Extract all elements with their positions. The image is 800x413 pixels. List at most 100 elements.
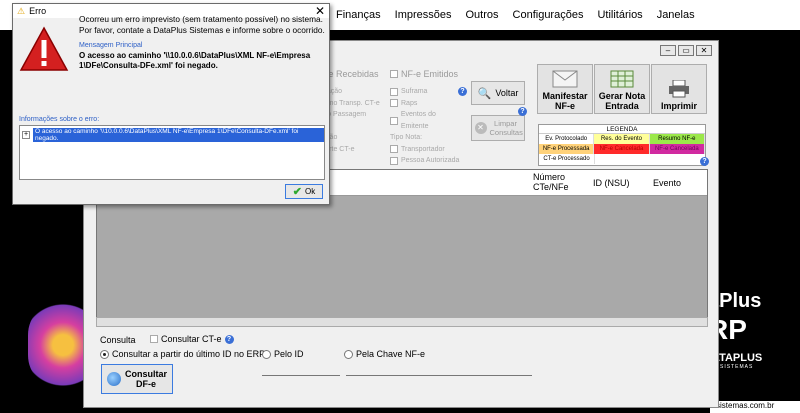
help-icon[interactable]: ? [224, 334, 234, 344]
col-evento[interactable]: Evento [653, 178, 681, 188]
checkbox[interactable] [390, 145, 398, 154]
pelo-id-input[interactable] [262, 366, 340, 376]
legend: LEGENDA Ev. Protocolado Res. do Evento R… [538, 124, 706, 166]
checkmark-icon: ✔ [292, 186, 302, 198]
tab-issued[interactable]: NF-e Emitidos [390, 69, 458, 79]
legend-nfe-processada: NF-e Processada [539, 144, 595, 154]
label: Transportador [401, 145, 445, 153]
menu-outros[interactable]: Outros [466, 9, 499, 21]
clear-icon: ✕ [474, 122, 487, 134]
envelope-icon [552, 70, 578, 88]
help-icon[interactable]: ? [518, 107, 527, 116]
radio-button[interactable] [262, 349, 271, 359]
menu-janelas[interactable]: Janelas [657, 9, 695, 21]
radio-ultimo-id[interactable]: Consultar a partir do último ID no ERP [100, 349, 265, 359]
issued-checkbox[interactable] [390, 70, 398, 78]
dialog-message: Ocorreu um erro imprevisto (sem tratamen… [79, 14, 325, 35]
grid-hscroll[interactable] [96, 317, 708, 327]
limpar-button[interactable]: ✕ Limpar Consultas [471, 115, 525, 141]
filter-group: F-e Recebidas NF-e Emitidos ifestação re… [314, 69, 467, 169]
tipo-nota-label: Tipo Nota: [390, 134, 423, 141]
legend-resumo-nfe: Resumo NF-e [649, 134, 705, 144]
grid-icon [610, 70, 634, 88]
tree-item[interactable]: + O acesso ao caminho '\\10.0.0.6\DataPl… [22, 128, 324, 142]
consultar-dfe-label: Consultar DF-e [125, 369, 168, 389]
checkbox[interactable] [390, 87, 398, 96]
tab-issued-label: NF-e Emitidos [401, 69, 459, 79]
printer-icon [669, 80, 689, 98]
label: Pessoa Autorizada [401, 157, 460, 164]
menu-configuracoes[interactable]: Configurações [513, 9, 584, 21]
gerar-nota-button[interactable]: Gerar Nota Entrada [594, 64, 650, 114]
restore-icon[interactable]: ▭ [678, 45, 694, 56]
label: Raps [401, 99, 418, 107]
tree-item-label[interactable]: O acesso ao caminho '\\10.0.0.6\DataPlus… [32, 128, 324, 142]
consultar-dfe-button[interactable]: Consultar DF-e [101, 364, 173, 394]
globe-icon [107, 372, 121, 386]
error-triangle-icon [19, 26, 69, 71]
limpar-label: Limpar Consultas [489, 119, 523, 137]
voltar-label: Voltar [495, 88, 519, 98]
filter-transportador[interactable]: Transportador [390, 144, 464, 156]
manifestar-button[interactable]: Manifestar NF-e [537, 64, 593, 114]
legend-nfe-cancelada-2: NF-e Cancelada [649, 144, 705, 154]
error-dialog: ⚠ Erro ✕ Ocorreu um erro imprevisto (sem… [12, 3, 330, 205]
filter-col2: Suframa Raps Eventos do Emitente Tipo No… [390, 86, 464, 167]
help-icon[interactable]: ? [458, 87, 467, 96]
help-icon[interactable]: ? [700, 157, 709, 166]
main-message: O acesso ao caminho '\\10.0.0.6\DataPlus… [79, 51, 311, 70]
filter-pessoa[interactable]: Pessoa Autorizada [390, 155, 464, 167]
filter-suframa[interactable]: Suframa [390, 86, 464, 98]
close-icon[interactable]: ✕ [696, 45, 712, 56]
voltar-button[interactable]: 🔍 Voltar [471, 81, 525, 105]
minimize-icon[interactable]: – [660, 45, 676, 56]
ok-button[interactable]: ✔ Ok [285, 184, 323, 199]
menu-utilitarios[interactable]: Utilitários [597, 9, 642, 21]
gerar-label: Gerar Nota Entrada [598, 91, 646, 111]
col-numero[interactable]: Número CTe/NFe [533, 172, 583, 192]
imprimir-button[interactable]: Imprimir [651, 64, 707, 114]
consultar-cte-label: Consultar CT-e [161, 334, 222, 344]
filter-raps[interactable]: Raps [390, 98, 464, 110]
checkbox[interactable] [390, 156, 398, 165]
consultar-cte-option[interactable]: Consultar CT-e ? [150, 334, 234, 344]
legend-row: NF-e Processada NF-e Cancelada NF-e Canc… [539, 144, 705, 154]
ok-label: Ok [304, 187, 316, 196]
chave-nfe-input[interactable] [346, 366, 532, 376]
dialog-title: Erro [29, 6, 47, 16]
legend-nfe-cancelada: NF-e Cancelada [594, 144, 650, 154]
desktop: Finanças Impressões Outros Configurações… [0, 0, 800, 413]
filter-eventos[interactable]: Eventos do Emitente [390, 109, 464, 132]
imprimir-label: Imprimir [660, 101, 697, 111]
radio-pelo-id[interactable]: Pelo ID [262, 349, 304, 359]
legend-row: CT-e Processado [539, 154, 705, 164]
legend-ev-protocolado: Ev. Protocolado [539, 134, 595, 144]
brand-line4: SISTEMAS [720, 364, 754, 370]
radio-label: Consultar a partir do último ID no ERP [112, 349, 266, 359]
brand-site: sistemas.com.br [710, 401, 800, 413]
consulta-label: Consulta [100, 335, 136, 345]
label: Eventos do Emitente [400, 111, 436, 130]
warning-icon: ⚠ [17, 5, 26, 16]
label: Suframa [401, 88, 428, 95]
col-id-nsu[interactable]: ID (NSU) [593, 178, 630, 188]
menu-financas[interactable]: Finanças [336, 9, 381, 21]
checkbox[interactable] [390, 116, 398, 125]
manifestar-label: Manifestar NF-e [542, 91, 588, 111]
expand-icon[interactable]: + [22, 131, 30, 139]
legend-title: LEGENDA [539, 125, 705, 134]
window-controls: – ▭ ✕ [660, 45, 712, 56]
radio-button[interactable] [100, 349, 109, 359]
error-details-tree[interactable]: + O acesso ao caminho '\\10.0.0.6\DataPl… [19, 125, 325, 180]
radio-label: Pelo ID [274, 349, 304, 359]
legend-res-evento: Res. do Evento [594, 134, 650, 144]
search-icon: 🔍 [477, 87, 492, 100]
radio-button[interactable] [344, 349, 353, 359]
radio-chave-nfe[interactable]: Pela Chave NF-e [344, 349, 425, 359]
main-message-label: Mensagem Principal [79, 42, 143, 49]
consultar-cte-checkbox[interactable] [150, 335, 158, 343]
checkbox[interactable] [390, 99, 398, 108]
legend-cte-processado: CT-e Processado [539, 154, 595, 164]
menu-impressoes[interactable]: Impressões [395, 9, 452, 21]
legend-row: Ev. Protocolado Res. do Evento Resumo NF… [539, 134, 705, 144]
